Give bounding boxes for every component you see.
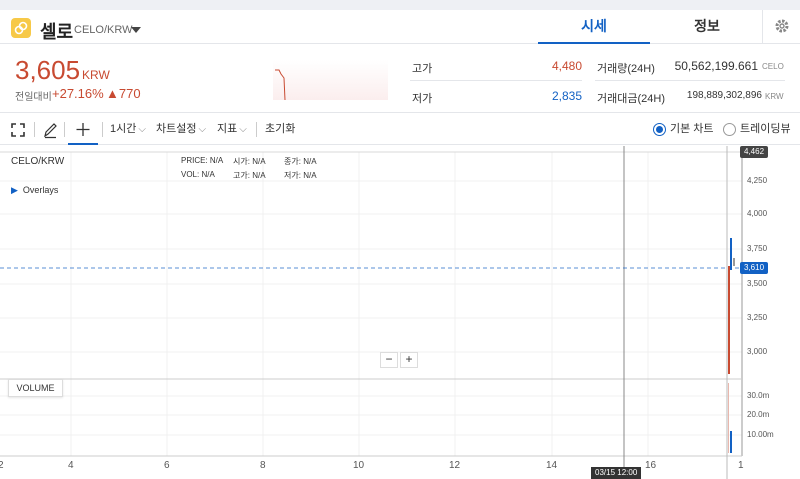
price-chart[interactable]: CELO/KRW PRICE: N/A 시가: N/A 종가: N/A VOL:…	[0, 146, 800, 479]
legend-volume: VOL: N/A	[181, 170, 215, 179]
volume-value: 50,562,199.661	[674, 59, 758, 73]
chart-symbol: CELO/KRW	[11, 156, 65, 167]
price-tick: 3,500	[747, 279, 768, 288]
volume-tick: 10.00m	[747, 430, 774, 439]
chevron-down-icon: ⌵	[239, 124, 247, 135]
top-strip	[0, 0, 800, 10]
time-tick: 16	[645, 460, 657, 471]
volume-tick: 20.0m	[747, 410, 770, 419]
volume-unit: CELO	[762, 62, 784, 71]
interval-select[interactable]: 1시간 ⌵	[110, 114, 146, 145]
legend-price: PRICE: N/A	[181, 156, 224, 165]
volume-tick: 30.0m	[747, 391, 770, 400]
chevron-down-icon: ⌵	[198, 124, 207, 135]
change-amount: ▲770	[106, 86, 141, 101]
tradingview-label[interactable]: 트레이딩뷰	[740, 114, 791, 145]
mini-chart	[273, 60, 388, 101]
pencil-icon[interactable]	[43, 114, 57, 145]
amount-label: 거래대금(24H)	[597, 93, 665, 105]
price-tick: 3,750	[747, 244, 768, 253]
price-marks	[728, 238, 735, 453]
volume-label: 거래량(24H)	[597, 63, 655, 75]
fullscreen-icon[interactable]	[11, 114, 25, 145]
current-price-tag: 3,610	[740, 262, 769, 274]
time-tick: 8	[260, 460, 266, 471]
indicators-label: 지표	[217, 123, 238, 135]
volume-bar	[728, 383, 729, 453]
zoom-in-button[interactable]: +	[400, 352, 418, 368]
time-tick: 4	[68, 460, 74, 471]
celo-logo-icon	[11, 18, 31, 38]
legend-open: 시가: N/A	[233, 157, 266, 166]
price-tick: 4,000	[747, 209, 768, 218]
chart-settings-select[interactable]: 차트설정 ⌵	[156, 114, 206, 145]
candle-body	[733, 258, 735, 266]
chart-settings-label: 차트설정	[156, 123, 197, 135]
time-tick: 12	[449, 460, 461, 471]
chart-toolbar: 1시간 ⌵ 차트설정 ⌵ 지표 ⌵ 초기화 기본 차트 트레이딩뷰	[0, 114, 800, 145]
chevron-down-icon: ⌵	[138, 124, 146, 135]
gear-icon[interactable]	[762, 10, 800, 44]
zoom-out-button[interactable]: −	[380, 352, 398, 368]
indicators-select[interactable]: 지표 ⌵	[217, 114, 247, 145]
price-tick: 4,250	[747, 176, 768, 185]
low-value: 2,835	[551, 89, 582, 103]
high-value: 4,480	[551, 59, 582, 73]
overlays-label: Overlays	[22, 185, 59, 195]
time-tick: 2	[0, 460, 4, 471]
reset-button[interactable]: 초기화	[265, 114, 295, 145]
high-label: 고가	[412, 63, 433, 75]
coin-dropdown-icon[interactable]	[131, 27, 141, 33]
basic-chart-label[interactable]: 기본 차트	[670, 114, 714, 145]
low-label: 저가	[412, 93, 433, 105]
coin-header: 셀로 CELO/KRW 시세 정보	[0, 10, 800, 44]
time-tick: 10	[353, 460, 365, 471]
price-tick: 3,250	[747, 313, 768, 322]
time-tick: 6	[164, 460, 170, 471]
coin-name: 셀로	[40, 22, 74, 42]
volume-button[interactable]: VOLUME	[8, 379, 63, 397]
price-summary: 3,605 KRW 전일대비 +27.16% ▲770 고가 4,480 저가 …	[0, 45, 800, 113]
tab-price[interactable]: 시세	[538, 10, 650, 44]
tradingview-radio[interactable]	[723, 123, 736, 136]
time-tick: 14	[546, 460, 558, 471]
candle-body	[730, 238, 732, 270]
crosshair-time-tag: 03/15 12:00	[591, 467, 642, 479]
crosshair-icon[interactable]	[68, 114, 98, 145]
triangle-right-icon: ▶	[11, 185, 18, 195]
current-price-unit: KRW	[82, 68, 110, 82]
coin-pair: CELO/KRW	[74, 24, 133, 36]
interval-label: 1시간	[110, 123, 137, 135]
high-price-tag: 4,462	[740, 146, 769, 158]
change-rate: +27.16%	[52, 86, 104, 101]
candle-body	[728, 266, 730, 374]
time-tick: 1	[738, 460, 744, 471]
amount-value: 198,889,302,896	[686, 90, 762, 101]
price-tick: 3,000	[747, 347, 768, 356]
current-price: 3,605	[15, 55, 81, 85]
overlays-toggle[interactable]: ▶ Overlays	[11, 185, 58, 196]
legend-low: 저가: N/A	[284, 171, 317, 180]
volume-bar	[730, 431, 732, 453]
tab-info[interactable]: 정보	[652, 10, 762, 44]
legend-high: 고가: N/A	[233, 171, 266, 180]
change-label: 전일대비	[15, 92, 52, 103]
amount-unit: KRW	[765, 92, 784, 101]
legend-close: 종가: N/A	[284, 157, 317, 166]
basic-chart-radio[interactable]	[653, 123, 666, 136]
